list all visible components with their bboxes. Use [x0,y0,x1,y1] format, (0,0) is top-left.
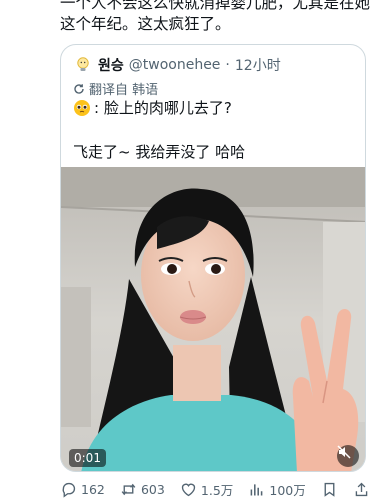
quoted-post-line-1: : 脸上的肉哪儿去了? [94,99,232,117]
muted-speaker-icon [337,445,351,459]
bar-chart-icon [251,483,263,495]
heart-icon [181,483,196,496]
quoted-post-time[interactable]: 12小时 [235,55,281,75]
mute-button[interactable] [337,445,359,467]
quoted-post-text: : 脸上的肉哪儿去了? 飞走了~ 我给弄没了 哈哈 [73,97,358,163]
quoted-post-header: 원승 @twoonehee · 12小时 [73,55,281,75]
quoted-author-name[interactable]: 원승 [98,55,124,75]
quoted-post-card[interactable]: 원승 @twoonehee · 12小时 翻译自 韩语 : 脸上的肉哪儿去了? … [60,44,366,472]
bookmark-button[interactable] [321,481,338,498]
quoted-author-handle[interactable]: @twoonehee [129,57,221,73]
action-bar: 162 603 1.5万 100万 [60,478,370,500]
video-frame [61,167,365,471]
reply-button[interactable]: 162 [60,481,105,498]
translation-notice[interactable]: 翻译自 韩语 [73,79,158,98]
share-icon [355,482,368,496]
reply-count: 162 [81,481,105,497]
like-button[interactable]: 1.5万 [180,480,233,499]
repost-count: 603 [140,481,165,497]
repost-button[interactable]: 603 [120,481,165,498]
views-button[interactable]: 100万 [248,480,306,499]
video-player[interactable]: 0:01 [61,167,365,471]
post-text-line-1: 一个人不会这么快就消掉婴儿肥，尤其是在她 [60,0,371,12]
lightbulb-icon[interactable] [73,55,93,75]
like-count: 1.5万 [200,482,234,498]
video-timestamp: 0:01 [69,449,106,467]
bookmark-icon [324,482,335,497]
pleading-face-emoji [74,100,90,116]
separator-dot: · [225,57,230,73]
post-text-line-2: 这个年纪。这太疯狂了。 [60,15,231,33]
share-button[interactable] [353,481,370,498]
refresh-icon [74,83,84,94]
view-count: 100万 [269,482,306,498]
post-text: 一个人不会这么快就消掉婴儿肥，尤其是在她 这个年纪。这太疯狂了。 [60,0,370,35]
quoted-post-line-2: 飞走了~ 我给弄没了 哈哈 [73,143,246,161]
repost-icon [121,483,136,495]
translation-label: 翻译自 韩语 [89,83,159,98]
reply-icon [62,482,76,498]
